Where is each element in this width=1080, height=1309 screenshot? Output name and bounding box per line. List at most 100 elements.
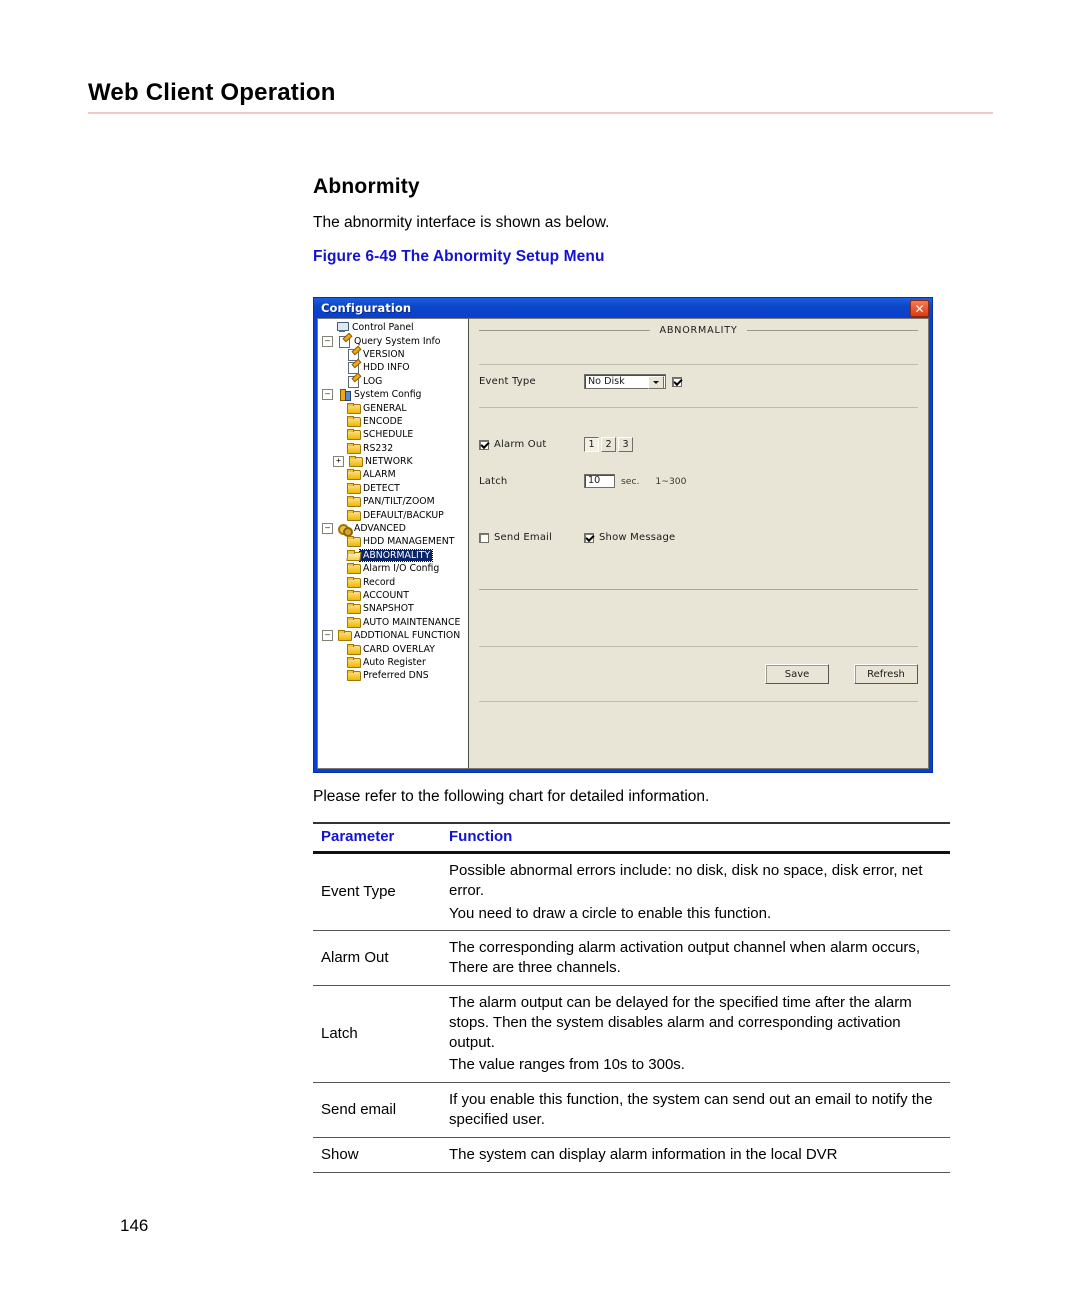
folder-icon bbox=[347, 603, 361, 615]
save-button[interactable]: Save bbox=[765, 664, 829, 684]
tree-connector bbox=[333, 618, 342, 627]
folder-icon bbox=[347, 482, 361, 494]
header-line-left bbox=[479, 330, 651, 331]
tree-item-query-system-info[interactable]: – Query System Info bbox=[320, 334, 468, 348]
tree-collapse-icon[interactable]: – bbox=[322, 389, 333, 401]
tree-item-abnormality[interactable]: ABNORMALITY bbox=[320, 548, 468, 562]
tree-item-rs232[interactable]: RS232 bbox=[320, 442, 468, 455]
tree-item-detect[interactable]: DETECT bbox=[320, 482, 468, 495]
divider-5 bbox=[479, 701, 918, 702]
folder-icon bbox=[347, 643, 361, 655]
window-title: Configuration bbox=[321, 300, 412, 315]
tree-item-label: Query System Info bbox=[354, 335, 441, 347]
folder-icon bbox=[347, 576, 361, 588]
abnormality-form-pane: ABNORMALITY Event Type No Disk Alarm Out bbox=[469, 318, 929, 769]
tree-item-auto-maintenance[interactable]: AUTO MAINTENANCE bbox=[320, 616, 468, 629]
tree-item-label: CARD OVERLAY bbox=[363, 643, 435, 655]
tree-connector bbox=[333, 564, 342, 573]
notification-row: Send Email Show Message bbox=[479, 532, 918, 543]
tree-collapse-icon[interactable]: – bbox=[322, 523, 333, 535]
tree-item-encode[interactable]: ENCODE bbox=[320, 415, 468, 428]
cell-function-line: The value ranges from 10s to 300s. bbox=[449, 1056, 685, 1074]
tree-item-hdd-management[interactable]: HDD MANAGEMENT bbox=[320, 535, 468, 548]
close-icon[interactable]: ✕ bbox=[910, 300, 929, 317]
show-message-checkbox[interactable] bbox=[584, 532, 594, 543]
tree-item-preferred-dns[interactable]: Preferred DNS bbox=[320, 669, 468, 682]
tree-item-auto-register[interactable]: Auto Register bbox=[320, 656, 468, 669]
tree-gap bbox=[342, 576, 345, 589]
cell-function-line: If you enable this function, the system … bbox=[449, 1091, 933, 1128]
tree-gap bbox=[342, 428, 345, 441]
send-email-label: Send Email bbox=[494, 532, 553, 543]
folder-icon bbox=[347, 402, 361, 414]
tree-item-default-backup[interactable]: DEFAULT/BACKUP bbox=[320, 508, 468, 521]
alarm-out-channel-3[interactable]: 3 bbox=[618, 437, 633, 452]
figure-caption: Figure 6-49 The Abnormity Setup Menu bbox=[313, 247, 605, 265]
table-row: Event Type Possible abnormal errors inclu… bbox=[313, 853, 950, 931]
tree-collapse-icon[interactable]: – bbox=[322, 630, 333, 642]
tree-item-pan-tilt-zoom[interactable]: PAN/TILT/ZOOM bbox=[320, 495, 468, 508]
parameter-function-table: Parameter Function Event Type Possible ab… bbox=[313, 822, 950, 1173]
alarm-out-channel-group[interactable]: 123 bbox=[584, 437, 635, 452]
tree-connector bbox=[322, 323, 331, 332]
tree-gap bbox=[342, 616, 345, 629]
tree-connector bbox=[333, 511, 342, 520]
navigation-tree[interactable]: Control Panel – Query System Info VERSION HD… bbox=[317, 318, 469, 769]
folder-icon bbox=[347, 509, 361, 521]
action-button-row: Save Refresh bbox=[479, 664, 918, 684]
page-running-head: Web Client Operation bbox=[88, 79, 993, 115]
alarm-out-checkbox[interactable] bbox=[479, 439, 489, 450]
tree-item-log[interactable]: LOG bbox=[320, 375, 468, 388]
tree-connector bbox=[333, 404, 342, 413]
event-type-select[interactable]: No Disk bbox=[584, 374, 666, 389]
tree-gap bbox=[342, 402, 345, 415]
tree-item-alarm-i-o-config[interactable]: Alarm I/O Config bbox=[320, 562, 468, 575]
tree-item-snapshot[interactable]: SNAPSHOT bbox=[320, 602, 468, 615]
alarm-out-row: Alarm Out 123 bbox=[479, 437, 918, 452]
tree-item-network[interactable]: + NETWORK bbox=[320, 455, 468, 468]
refresh-button[interactable]: Refresh bbox=[854, 664, 918, 684]
cell-parameter: Send email bbox=[321, 1101, 397, 1119]
tree-collapse-icon[interactable]: – bbox=[322, 335, 333, 347]
tree-expand-icon[interactable]: + bbox=[333, 456, 344, 468]
table-row: Show The system can display alarm informa… bbox=[313, 1137, 950, 1173]
panel-header-title: ABNORMALITY bbox=[659, 325, 738, 336]
tree-connector bbox=[333, 484, 342, 493]
tree-item-control-panel[interactable]: Control Panel bbox=[320, 321, 468, 334]
tree-item-label: ALARM bbox=[363, 469, 396, 481]
tree-item-label: ADVANCED bbox=[354, 523, 406, 535]
tree-item-label: ABNORMALITY bbox=[358, 548, 434, 562]
tree-item-alarm[interactable]: ALARM bbox=[320, 468, 468, 481]
tree-connector bbox=[333, 645, 342, 654]
tree-gap bbox=[331, 321, 334, 334]
table-header-row: Parameter Function bbox=[313, 822, 950, 854]
latch-input[interactable]: 10 bbox=[584, 474, 615, 488]
tree-item-account[interactable]: ACCOUNT bbox=[320, 589, 468, 602]
tree-item-label: Auto Register bbox=[363, 656, 426, 668]
tree-item-addtional-function[interactable]: – ADDTIONAL FUNCTION bbox=[320, 629, 468, 642]
alarm-out-channel-2[interactable]: 2 bbox=[601, 437, 616, 452]
chevron-down-icon[interactable] bbox=[648, 376, 664, 389]
tree-gap bbox=[342, 348, 345, 361]
cell-function: If you enable this function, the system … bbox=[445, 1083, 950, 1138]
tree-item-system-config[interactable]: – System Config bbox=[320, 388, 468, 402]
tree-item-hdd-info[interactable]: HDD INFO bbox=[320, 361, 468, 375]
tree-item-general[interactable]: GENERAL bbox=[320, 401, 468, 414]
tree-item-advanced[interactable]: – ADVANCED bbox=[320, 522, 468, 538]
gears-icon bbox=[338, 523, 353, 538]
tree-gap bbox=[333, 629, 336, 642]
alarm-out-channel-1[interactable]: 1 bbox=[584, 437, 599, 452]
tree-item-card-overlay[interactable]: CARD OVERLAY bbox=[320, 642, 468, 655]
tree-item-version[interactable]: VERSION bbox=[320, 348, 468, 361]
window-title-bar[interactable]: Configuration ✕ bbox=[314, 298, 932, 317]
tree-item-schedule[interactable]: SCHEDULE bbox=[320, 428, 468, 441]
tree-item-label: GENERAL bbox=[363, 402, 407, 414]
folder-icon bbox=[347, 469, 361, 481]
tree-item-label: HDD MANAGEMENT bbox=[363, 536, 455, 548]
tree-item-record[interactable]: Record bbox=[320, 575, 468, 588]
table-head: Parameter Function bbox=[313, 822, 950, 854]
tree-gap bbox=[342, 509, 345, 522]
tree-gap bbox=[342, 442, 345, 455]
send-email-checkbox[interactable] bbox=[479, 532, 489, 543]
event-type-enable-checkbox[interactable] bbox=[672, 376, 682, 387]
